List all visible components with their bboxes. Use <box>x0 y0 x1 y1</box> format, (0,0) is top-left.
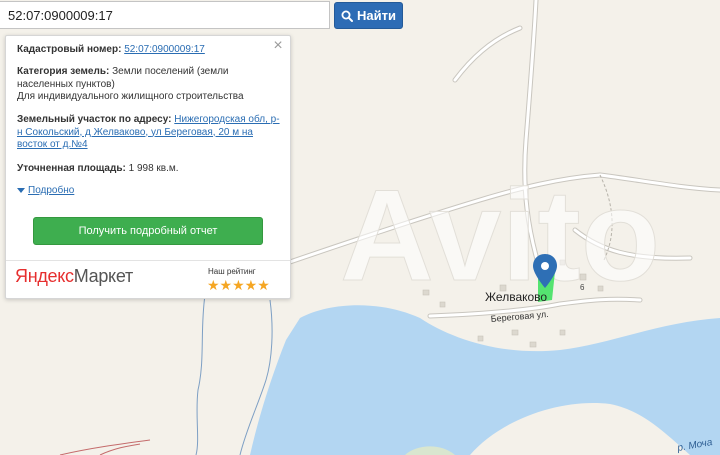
search-button-label: Найти <box>357 8 396 23</box>
rating-label: Наш рейтинг <box>208 267 256 276</box>
house-number-label: 6 <box>580 283 585 292</box>
parcel-info-card: × Кадастровый номер: 52:07:0900009:17 Ка… <box>5 35 291 299</box>
area-label: Уточненная площадь: <box>17 163 126 174</box>
cadastral-label: Кадастровый номер: <box>17 44 122 55</box>
cadastral-link[interactable]: 52:07:0900009:17 <box>124 44 205 55</box>
search-input[interactable] <box>0 1 330 29</box>
cadastral-row: Кадастровый номер: 52:07:0900009:17 <box>17 44 283 57</box>
yandex-market-logo-part2: Маркет <box>73 266 133 286</box>
yandex-market-logo-part1: Яндекс <box>15 266 74 286</box>
details-toggle[interactable]: Подробно <box>17 185 74 196</box>
map-watermark: Avito <box>340 162 660 308</box>
get-report-button[interactable]: Получить подробный отчет <box>33 217 263 245</box>
search-icon <box>341 10 354 22</box>
search-bar <box>0 1 330 29</box>
chevron-down-icon <box>17 188 25 193</box>
area-value: 1 998 кв.м. <box>128 163 179 174</box>
rating-stars[interactable]: ★★★★★ <box>207 277 270 293</box>
card-divider <box>6 260 290 261</box>
area-row: Уточненная площадь: 1 998 кв.м. <box>17 163 283 176</box>
address-row: Земельный участок по адресу: Нижегородск… <box>17 114 283 152</box>
yandex-market-logo[interactable]: ЯндексМаркет <box>15 266 133 287</box>
category-label: Категория земель: <box>17 66 110 77</box>
address-label: Земельный участок по адресу: <box>17 114 172 125</box>
category-use: Для индивидуального жилищного строительс… <box>17 91 244 102</box>
search-button[interactable]: Найти <box>334 2 403 29</box>
category-row: Категория земель: Земли поселений (земли… <box>17 66 283 104</box>
details-label: Подробно <box>28 185 75 196</box>
village-label: Желваково <box>485 290 547 304</box>
